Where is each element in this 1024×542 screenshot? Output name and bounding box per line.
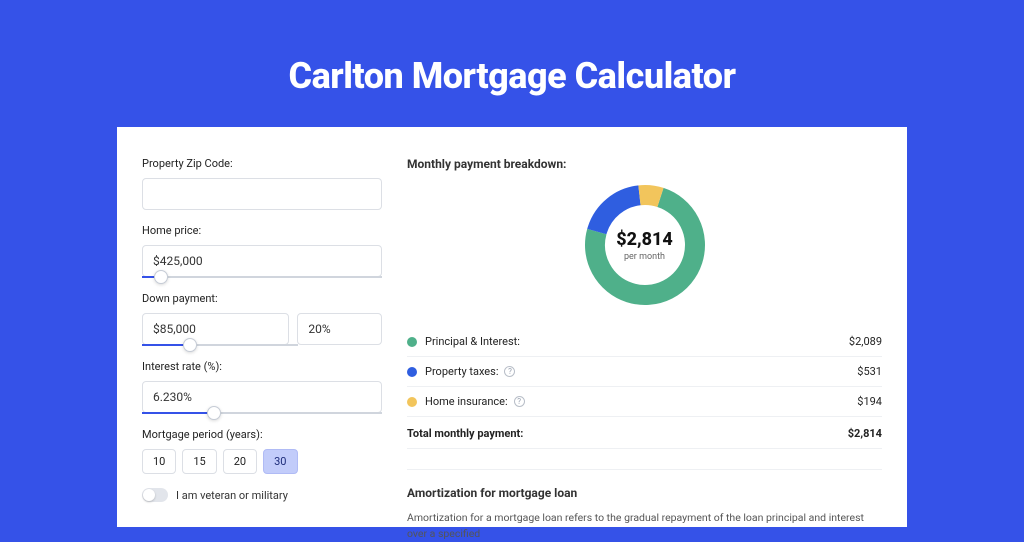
- period-label: Mortgage period (years):: [142, 428, 382, 441]
- breakdown-row-total: Total monthly payment: $2,814: [407, 417, 882, 449]
- veteran-toggle-row: I am veteran or military: [142, 488, 382, 502]
- breakdown-label: Principal & Interest:: [425, 335, 849, 348]
- amortization-title: Amortization for mortgage loan: [407, 486, 882, 500]
- info-icon[interactable]: ?: [514, 396, 525, 407]
- legend-dot-taxes: [407, 367, 417, 377]
- donut-center: $2,814 per month: [581, 181, 709, 309]
- interest-rate-group: Interest rate (%):: [142, 360, 382, 414]
- legend-dot-principal: [407, 337, 417, 347]
- down-payment-pct-input[interactable]: [297, 313, 382, 345]
- period-buttons: 10 15 20 30: [142, 449, 382, 474]
- home-price-input[interactable]: [142, 245, 382, 277]
- legend-dot-insurance: [407, 397, 417, 407]
- interest-rate-label: Interest rate (%):: [142, 360, 382, 373]
- results-panel: Monthly payment breakdown: $2,814 per mo…: [407, 157, 882, 527]
- breakdown-row-principal: Principal & Interest: $2,089: [407, 327, 882, 357]
- calculator-card: Property Zip Code: Home price: Down paym…: [117, 127, 907, 527]
- down-payment-input[interactable]: [142, 313, 289, 345]
- interest-rate-slider[interactable]: [142, 412, 382, 414]
- page-title: Carlton Mortgage Calculator: [0, 0, 1024, 127]
- home-price-label: Home price:: [142, 224, 382, 237]
- total-label: Total monthly payment:: [407, 427, 848, 440]
- veteran-label: I am veteran or military: [176, 489, 288, 502]
- toggle-knob: [143, 489, 155, 501]
- breakdown-value: $531: [857, 365, 882, 378]
- period-option-20[interactable]: 20: [223, 449, 257, 474]
- inputs-panel: Property Zip Code: Home price: Down paym…: [142, 157, 382, 527]
- veteran-toggle[interactable]: [142, 488, 168, 502]
- down-payment-group: Down payment:: [142, 292, 382, 346]
- breakdown-title: Monthly payment breakdown:: [407, 157, 882, 171]
- donut-amount: $2,814: [616, 229, 673, 250]
- slider-thumb[interactable]: [154, 270, 168, 284]
- interest-rate-input[interactable]: [142, 381, 382, 413]
- amortization-section: Amortization for mortgage loan Amortizat…: [407, 469, 882, 542]
- donut-chart: $2,814 per month: [581, 181, 709, 309]
- breakdown-row-taxes: Property taxes:? $531: [407, 357, 882, 387]
- home-price-slider[interactable]: [142, 276, 382, 278]
- zip-group: Property Zip Code:: [142, 157, 382, 210]
- slider-thumb[interactable]: [207, 406, 221, 420]
- period-option-15[interactable]: 15: [182, 449, 216, 474]
- slider-thumb[interactable]: [183, 338, 197, 352]
- period-option-10[interactable]: 10: [142, 449, 176, 474]
- period-group: Mortgage period (years): 10 15 20 30: [142, 428, 382, 474]
- down-payment-slider[interactable]: [142, 344, 298, 346]
- breakdown-value: $2,089: [849, 335, 882, 348]
- down-payment-label: Down payment:: [142, 292, 382, 305]
- donut-chart-wrap: $2,814 per month: [407, 181, 882, 309]
- donut-sub: per month: [624, 252, 665, 262]
- info-icon[interactable]: ?: [504, 366, 515, 377]
- zip-input[interactable]: [142, 178, 382, 210]
- amortization-body: Amortization for a mortgage loan refers …: [407, 510, 882, 542]
- breakdown-label: Home insurance:?: [425, 395, 857, 408]
- breakdown-label: Property taxes:?: [425, 365, 857, 378]
- home-price-group: Home price:: [142, 224, 382, 278]
- period-option-30[interactable]: 30: [263, 449, 297, 474]
- total-value: $2,814: [848, 427, 882, 440]
- breakdown-row-insurance: Home insurance:? $194: [407, 387, 882, 417]
- breakdown-value: $194: [857, 395, 882, 408]
- zip-label: Property Zip Code:: [142, 157, 382, 170]
